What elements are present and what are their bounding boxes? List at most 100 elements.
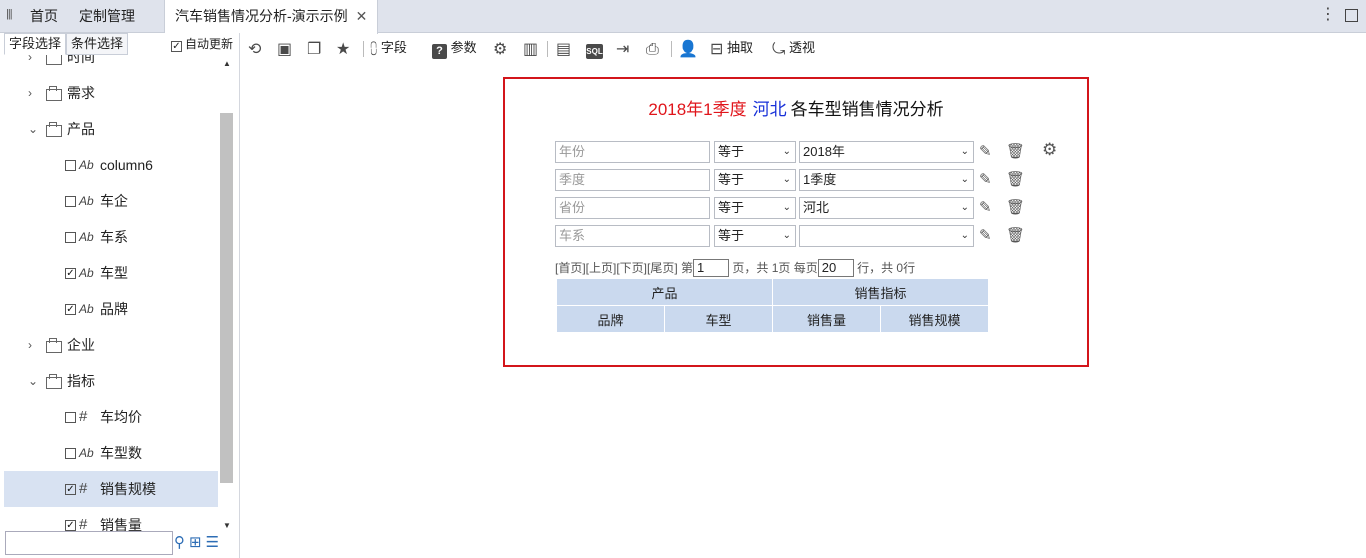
tab-home[interactable]: 首页	[30, 0, 58, 33]
auto-update-toggle[interactable]: ✓ 自动更新	[171, 35, 233, 52]
chevron-right-icon[interactable]: ›	[28, 55, 32, 75]
page-size-input[interactable]: 20	[817, 259, 854, 277]
group-header-product[interactable]: 产品	[556, 278, 773, 306]
column-header-model[interactable]: 车型	[664, 305, 773, 333]
tree-item[interactable]: Ab column6	[4, 147, 218, 183]
tree-item[interactable]: ✓ # 销售量	[4, 507, 218, 533]
edit-pencil-icon[interactable]: ✎	[979, 142, 992, 160]
scroll-down-arrow-icon[interactable]: ▼	[223, 521, 231, 530]
tree-item[interactable]: ✓ # 销售规模	[4, 471, 218, 507]
filter-field-input[interactable]: 省份	[555, 197, 710, 219]
auto-update-checkbox[interactable]: ✓	[171, 41, 182, 52]
user-permission-button[interactable]: 👤	[678, 39, 698, 58]
filter-value-select[interactable]: ⌄	[799, 225, 974, 247]
filter-field-input[interactable]: 年份	[555, 141, 710, 163]
edit-pencil-icon[interactable]: ✎	[979, 198, 992, 216]
tree-item[interactable]: › 时间	[4, 55, 218, 75]
trash-icon[interactable]: 🗑	[1006, 170, 1025, 188]
last-page-link[interactable]: [尾页]	[647, 261, 678, 275]
chevron-right-icon[interactable]: ›	[28, 327, 32, 363]
tree-item[interactable]: › 需求	[4, 75, 218, 111]
chart-button[interactable]: ▥	[523, 39, 538, 58]
save-button[interactable]: ▣	[277, 39, 292, 58]
group-header-sales-metrics[interactable]: 销售指标	[772, 278, 989, 306]
tree-item[interactable]: # 车均价	[4, 399, 218, 435]
field-checkbox[interactable]	[65, 160, 76, 171]
params-button[interactable]: ? 参数	[432, 39, 477, 59]
field-checkbox[interactable]	[65, 412, 76, 423]
tree-item-label: 需求	[67, 85, 95, 101]
trash-icon[interactable]: 🗑	[1006, 142, 1025, 160]
extract-button[interactable]: ⊟ 抽取	[710, 39, 753, 58]
field-checkbox[interactable]: ✓	[65, 520, 76, 531]
window-maximize-icon[interactable]	[1345, 9, 1358, 22]
filter-operator-select[interactable]: 等于 ⌄	[714, 141, 796, 163]
close-icon[interactable]: ✕	[356, 8, 368, 24]
prev-page-link[interactable]: [上页]	[586, 261, 617, 275]
page-number-input[interactable]: 1	[693, 259, 730, 277]
filter-value-select[interactable]: 2018年 ⌄	[799, 141, 974, 163]
column-header-sales-scale[interactable]: 销售规模	[880, 305, 989, 333]
filter-value-select[interactable]: 1季度 ⌄	[799, 169, 974, 191]
folder-icon	[46, 374, 62, 389]
chevron-down-icon[interactable]: ⌄	[28, 363, 38, 399]
field-search-input[interactable]	[5, 531, 173, 555]
tab-condition-selection[interactable]: 条件选择	[66, 33, 129, 55]
edit-pencil-icon[interactable]: ✎	[979, 170, 992, 188]
first-page-link[interactable]: [首页]	[555, 261, 586, 275]
filter-value-select[interactable]: 河北 ⌄	[799, 197, 974, 219]
scroll-thumb[interactable]	[220, 113, 233, 483]
layout-button[interactable]: ▤	[556, 39, 571, 58]
chevron-down-icon[interactable]: ⌄	[28, 111, 38, 147]
refresh-button[interactable]: ⟲	[248, 39, 261, 58]
more-vertical-icon[interactable]: ⋮	[1320, 6, 1336, 24]
field-checkbox[interactable]: ✓	[65, 484, 76, 495]
filter-operator-value: 等于	[718, 228, 745, 243]
tree-item[interactable]: › 企业	[4, 327, 218, 363]
field-checkbox[interactable]: ✓	[65, 304, 76, 315]
tree-item-label: 销售规模	[100, 481, 156, 497]
column-header-sales-volume[interactable]: 销售量	[772, 305, 881, 333]
save-as-button[interactable]: ❐	[307, 39, 321, 58]
field-checkbox[interactable]	[65, 448, 76, 459]
menu-grip-icon[interactable]: |||	[6, 8, 13, 20]
trash-icon[interactable]: 🗑	[1006, 198, 1025, 216]
tree-item[interactable]: ⌄ 产品	[4, 111, 218, 147]
filter-operator-select[interactable]: 等于 ⌄	[714, 225, 796, 247]
trash-icon[interactable]: 🗑	[1006, 226, 1025, 244]
settings-button[interactable]: ⚙	[493, 39, 507, 58]
filter-field-input[interactable]: 季度	[555, 169, 710, 191]
search-icon[interactable]: ⚲	[174, 534, 185, 551]
column-header-brand[interactable]: 品牌	[556, 305, 665, 333]
tree-scrollbar[interactable]: ▲ ▼	[220, 55, 233, 533]
tree-item[interactable]: ⌄ 指标	[4, 363, 218, 399]
tab-custom-management[interactable]: 定制管理	[79, 0, 135, 33]
favorite-button[interactable]: ★	[336, 39, 350, 58]
list-view-icon[interactable]: ☰	[206, 534, 219, 551]
chevron-right-icon[interactable]: ›	[28, 75, 32, 111]
export-button[interactable]: ⇥	[616, 39, 629, 58]
pivot-button[interactable]: ⤿ 透视	[772, 39, 815, 58]
filter-operator-select[interactable]: 等于 ⌄	[714, 197, 796, 219]
filter-operator-select[interactable]: 等于 ⌄	[714, 169, 796, 191]
field-checkbox[interactable]	[65, 196, 76, 207]
next-page-link[interactable]: [下页]	[616, 261, 647, 275]
sql-button[interactable]: SQL	[586, 39, 603, 59]
tree-item[interactable]: Ab 车企	[4, 183, 218, 219]
edit-pencil-icon[interactable]: ✎	[979, 226, 992, 244]
print-icon: ⎙	[646, 41, 659, 58]
filter-settings-gear-icon[interactable]: ⚙	[1042, 140, 1057, 160]
field-checkbox[interactable]: ✓	[65, 268, 76, 279]
hierarchy-view-icon[interactable]: ⊞	[189, 534, 202, 551]
fields-button[interactable]: ⩇ 字段	[370, 39, 407, 58]
tree-item[interactable]: ✓ Ab 车型	[4, 255, 218, 291]
field-checkbox[interactable]	[65, 232, 76, 243]
tree-item[interactable]: Ab 车型数	[4, 435, 218, 471]
filter-field-input[interactable]: 车系	[555, 225, 710, 247]
tab-report[interactable]: 汽车销售情况分析-演示示例 ✕	[164, 0, 379, 34]
tab-field-selection[interactable]: 字段选择	[4, 33, 67, 55]
print-button[interactable]: ⎙	[646, 39, 659, 58]
tree-item[interactable]: ✓ Ab 品牌	[4, 291, 218, 327]
tree-item[interactable]: Ab 车系	[4, 219, 218, 255]
scroll-up-arrow-icon[interactable]: ▲	[223, 59, 231, 68]
